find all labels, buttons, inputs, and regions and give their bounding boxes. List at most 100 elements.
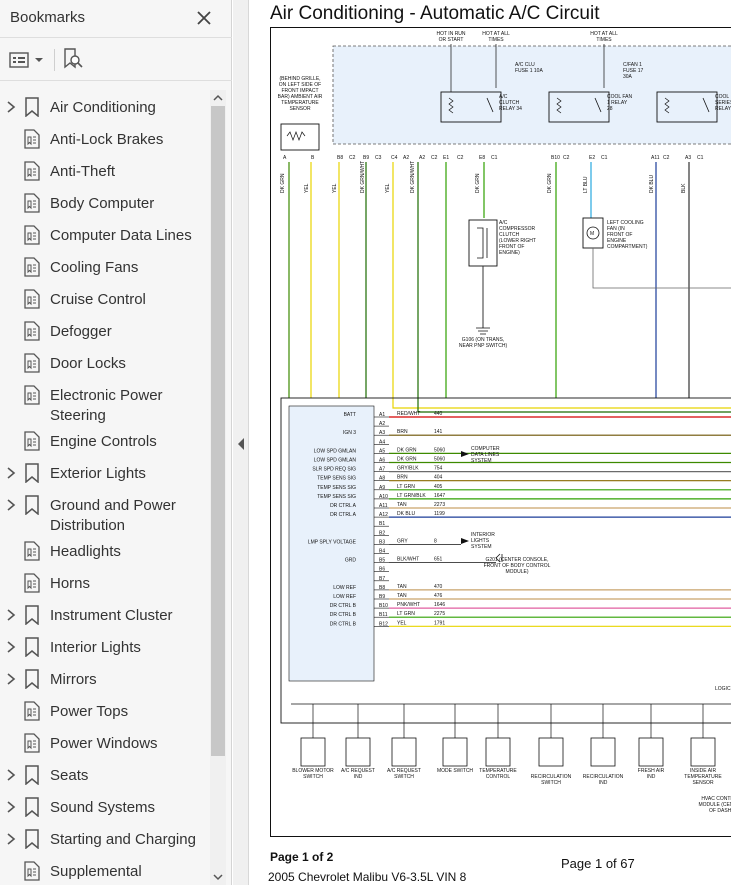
page-bookmark-icon bbox=[24, 129, 40, 149]
bookmarks-scrollbar[interactable] bbox=[210, 90, 226, 885]
bookmark-item[interactable]: Ground and Power Distribution bbox=[0, 491, 210, 537]
connector-label: C1 bbox=[697, 155, 704, 161]
bookmark-label: Computer Data Lines bbox=[50, 227, 192, 244]
module-pin-name: DR CTRL B bbox=[330, 603, 357, 609]
scrollbar-thumb[interactable] bbox=[211, 106, 225, 756]
chevron-right-icon[interactable] bbox=[5, 608, 17, 622]
page-bookmark-icon bbox=[24, 289, 40, 309]
chevron-right-icon[interactable] bbox=[5, 768, 17, 782]
ground-label: G106 (ON TRANS, NEAR PNP SWITCH) bbox=[459, 337, 508, 349]
ground-symbol bbox=[476, 327, 490, 335]
arrow-marker bbox=[461, 451, 469, 457]
module-pin-name: TEMP SENS SIG bbox=[317, 485, 356, 491]
chevron-right-icon[interactable] bbox=[5, 640, 17, 654]
thermistor-symbol bbox=[286, 131, 306, 141]
side-note-label: INTERIOR LIGHTS SYSTEM bbox=[471, 532, 495, 550]
module-wire-color: DK BLU bbox=[397, 511, 415, 517]
page-bookmark-icon bbox=[24, 385, 40, 405]
connector-label: B9 bbox=[363, 155, 369, 161]
bookmark-item[interactable]: Computer Data Lines bbox=[0, 221, 210, 253]
bookmark-label: Power Windows bbox=[50, 735, 158, 752]
module-wire-color: LT GRN/BLK bbox=[397, 493, 426, 499]
harness-wire bbox=[417, 398, 731, 413]
bookmark-options-button[interactable] bbox=[8, 49, 48, 71]
list-options-icon bbox=[9, 52, 43, 68]
switch-label: RECIRCULATION IND bbox=[583, 774, 624, 786]
chevron-right-icon[interactable] bbox=[5, 100, 17, 114]
wire-color-label: DK GRN bbox=[475, 173, 481, 193]
bookmark-item[interactable]: Power Tops bbox=[0, 697, 210, 729]
bookmark-item[interactable]: Power Windows bbox=[0, 729, 210, 761]
bookmark-item[interactable]: Engine Controls bbox=[0, 427, 210, 459]
module-pin-name: BATT bbox=[344, 412, 356, 418]
page-bookmark-icon bbox=[24, 257, 40, 277]
switch-box bbox=[300, 737, 326, 767]
switch-box bbox=[442, 737, 468, 767]
connector-label: E1 bbox=[443, 155, 449, 161]
bookmark-label: Anti-Theft bbox=[50, 163, 116, 180]
bookmark-item[interactable]: Horns bbox=[0, 569, 210, 601]
bookmark-label: Mirrors bbox=[50, 671, 97, 688]
bookmark-item[interactable]: Electronic Power Steering bbox=[0, 381, 210, 427]
clutch-coil bbox=[477, 227, 488, 259]
module-circuit-number: 5060 bbox=[434, 457, 445, 463]
bookmark-item[interactable]: Defogger bbox=[0, 317, 210, 349]
module-circuit-number: 476 bbox=[434, 593, 443, 599]
module-circuit-number: 5060 bbox=[434, 447, 445, 453]
diagram-title: Air Conditioning - Automatic A/C Circuit bbox=[270, 3, 600, 24]
bookmark-item[interactable]: Instrument Cluster bbox=[0, 601, 210, 633]
bookmark-item[interactable]: Starting and Charging bbox=[0, 825, 210, 857]
bookmark-label: Instrument Cluster bbox=[50, 607, 173, 624]
switch-label: INSIDE AIR TEMPERATURE SENSOR bbox=[684, 768, 722, 786]
bookmark-item[interactable]: Sound Systems bbox=[0, 793, 210, 825]
close-icon[interactable] bbox=[194, 8, 214, 28]
bookmark-item[interactable]: Anti-Theft bbox=[0, 157, 210, 189]
fuse-block-area bbox=[332, 45, 731, 145]
scroll-up-icon[interactable] bbox=[213, 93, 223, 103]
bookmark-item[interactable]: Air Conditioning bbox=[0, 93, 210, 125]
page-bookmark-icon bbox=[24, 573, 40, 593]
module-circuit-number: 1791 bbox=[434, 620, 445, 626]
switch-box bbox=[690, 737, 716, 767]
connector-label: A bbox=[283, 155, 287, 161]
bookmark-item[interactable]: Door Locks bbox=[0, 349, 210, 381]
module-circuit-number: 754 bbox=[434, 466, 443, 472]
chevron-right-icon[interactable] bbox=[5, 832, 17, 846]
module-wire-color: BLK/WHT bbox=[397, 557, 419, 563]
module-wire-color: DK GRN bbox=[397, 447, 417, 453]
module-wire-color: PNK/WHT bbox=[397, 602, 420, 608]
wire-color-label: LT BLU bbox=[583, 176, 589, 193]
bookmark-item[interactable]: Headlights bbox=[0, 537, 210, 569]
chevron-right-icon[interactable] bbox=[5, 498, 17, 512]
module-pin-name: DR CTRL A bbox=[330, 512, 357, 518]
module-wire-color: LT GRN bbox=[397, 484, 415, 490]
module-circuit-number: 405 bbox=[434, 484, 443, 490]
bookmark-item[interactable]: Interior Lights bbox=[0, 633, 210, 665]
bookmark-item[interactable]: Anti-Lock Brakes bbox=[0, 125, 210, 157]
wiring-diagram-canvas: HOT IN RUN OR START HOT AT ALL TIMES HOT AT … bbox=[278, 31, 731, 814]
switch-box bbox=[538, 737, 564, 767]
bookmark-label: Anti-Lock Brakes bbox=[50, 131, 164, 148]
bookmark-item[interactable]: Cruise Control bbox=[0, 285, 210, 317]
bookmark-icon bbox=[25, 605, 39, 625]
bookmark-item[interactable]: Cooling Fans bbox=[0, 253, 210, 285]
chevron-right-icon[interactable] bbox=[5, 466, 17, 480]
wire-color-label: YEL bbox=[332, 183, 338, 193]
bookmark-item[interactable]: Exterior Lights bbox=[0, 459, 210, 491]
scroll-down-icon[interactable] bbox=[213, 872, 223, 882]
panel-splitter[interactable] bbox=[233, 0, 249, 885]
connector-label: C1 bbox=[491, 155, 498, 161]
bookmark-item[interactable]: Seats bbox=[0, 761, 210, 793]
collapse-panel-icon[interactable] bbox=[237, 438, 245, 450]
bookmark-item[interactable]: Mirrors bbox=[0, 665, 210, 697]
connector-label: A2 bbox=[419, 155, 425, 161]
switch-label: FRESH AIR IND bbox=[638, 768, 665, 780]
module-wire-color: GRY bbox=[397, 538, 408, 544]
harness-wire bbox=[392, 398, 731, 409]
bookmark-item[interactable]: Supplemental bbox=[0, 857, 210, 885]
find-bookmark-button[interactable] bbox=[60, 46, 86, 72]
bookmark-item[interactable]: Body Computer bbox=[0, 189, 210, 221]
module-wire-color: RED/WHT bbox=[397, 411, 420, 417]
chevron-right-icon[interactable] bbox=[5, 800, 17, 814]
chevron-right-icon[interactable] bbox=[5, 672, 17, 686]
